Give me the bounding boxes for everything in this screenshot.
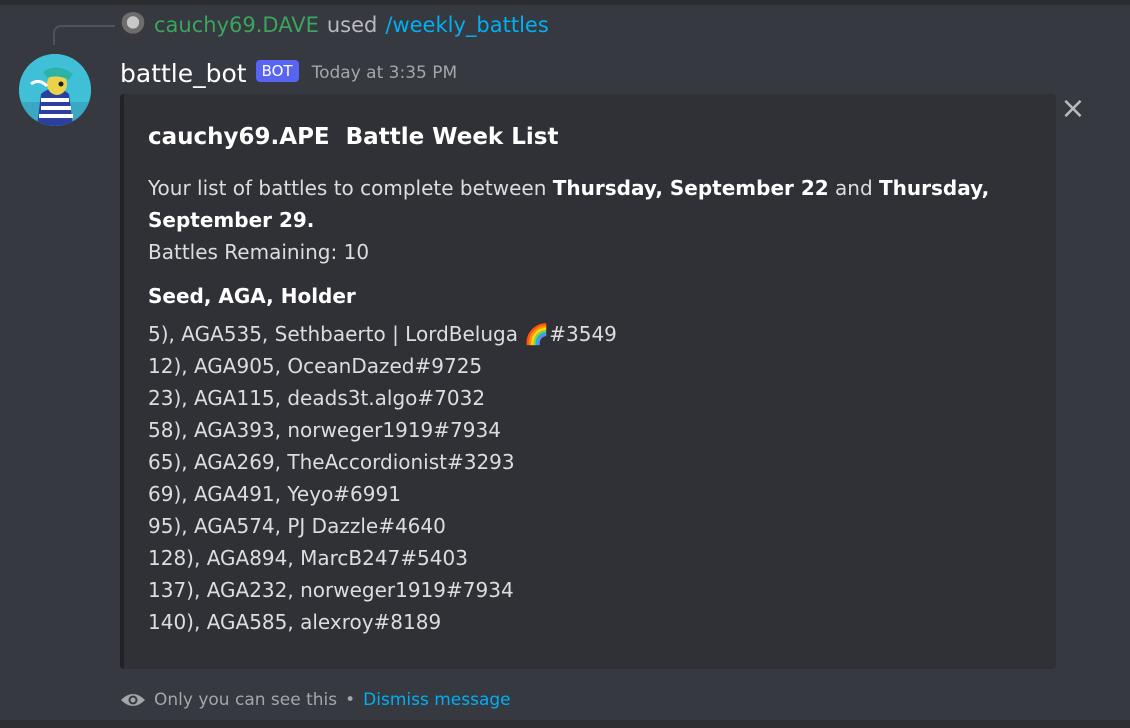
start-date: Thursday, September 22 xyxy=(552,176,829,200)
battle-item: 128), AGA894, MarcB247#5403 xyxy=(148,546,468,570)
embed-title: cauchy69.APE Battle Week List xyxy=(148,124,559,150)
battle-item: 5), AGA535, Sethbaerto | LordBeluga 🌈#35… xyxy=(148,322,617,346)
field-header: Seed, AGA, Holder xyxy=(148,284,356,308)
battle-item: 65), AGA269, TheAccordionist#3293 xyxy=(148,450,515,474)
bot-badge: BOT xyxy=(255,60,299,82)
replied-username[interactable]: cauchy69.DAVE xyxy=(154,13,319,37)
reply-context[interactable]: cauchy69.DAVE used /weekly_battles xyxy=(120,10,549,40)
battle-item: 69), AGA491, Yeyo#6991 xyxy=(148,482,401,506)
battles-remaining: Battles Remaining: 10 xyxy=(148,240,370,264)
battle-item: 95), AGA574, PJ Dazzle#4640 xyxy=(148,514,446,538)
reply-used-text: used xyxy=(326,13,378,37)
visibility-text: Only you can see this xyxy=(154,690,338,710)
battle-item: 58), AGA393, norweger1919#7934 xyxy=(148,418,501,442)
battle-item: 12), AGA905, OceanDazed#9725 xyxy=(148,354,483,378)
separator: • xyxy=(345,690,356,710)
dismiss-message-link[interactable]: Dismiss message xyxy=(363,690,510,710)
eye-icon xyxy=(121,694,145,706)
battle-item: 140), AGA585, alexroy#8189 xyxy=(148,610,442,634)
replied-user-avatar[interactable] xyxy=(120,12,146,38)
battle-item: 137), AGA232, norweger1919#7934 xyxy=(148,578,514,602)
message-header: battle_bot BOT Today at 3:35 PM xyxy=(120,55,457,91)
message-timestamp[interactable]: Today at 3:35 PM xyxy=(312,63,458,83)
battle-embed: cauchy69.APE Battle Week List Your list … xyxy=(120,94,1056,669)
avatar-illustration xyxy=(19,54,91,126)
desc-prefix: Your list of battles to complete between xyxy=(148,176,553,200)
bot-username[interactable]: battle_bot xyxy=(120,59,247,88)
top-bar xyxy=(0,0,1130,5)
desc-and: and xyxy=(828,176,880,200)
close-icon[interactable]: × xyxy=(1058,94,1088,124)
slash-command[interactable]: /weekly_battles xyxy=(385,13,548,37)
ephemeral-notice: Only you can see this • Dismiss message xyxy=(120,686,511,714)
bot-avatar[interactable] xyxy=(19,54,91,126)
reply-connector xyxy=(53,25,115,45)
battle-item: 23), AGA115, deads3t.algo#7032 xyxy=(148,386,486,410)
battle-list: 5), AGA535, Sethbaerto | LordBeluga 🌈#35… xyxy=(148,318,617,638)
embed-description: Your list of battles to complete between… xyxy=(148,172,1028,268)
bottom-bar xyxy=(0,720,1130,728)
